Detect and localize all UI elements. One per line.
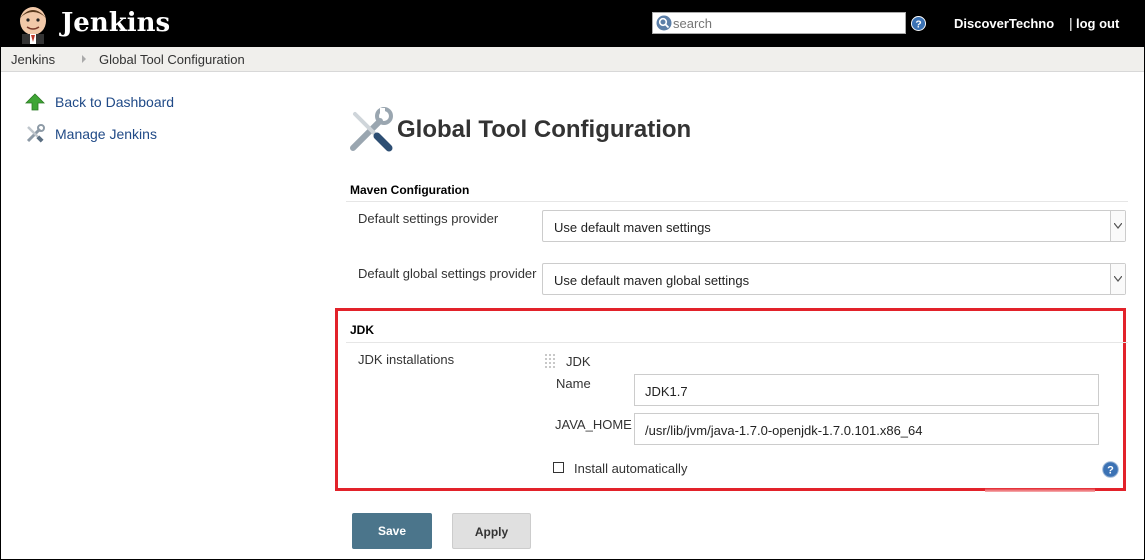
default-global-settings-label: Default global settings provider xyxy=(358,266,537,281)
sidebar-item-label[interactable]: Manage Jenkins xyxy=(55,126,157,142)
divider xyxy=(346,201,1128,202)
java-home-input[interactable]: /usr/lib/jvm/java-1.7.0-openjdk-1.7.0.10… xyxy=(634,413,1099,445)
page-title: Global Tool Configuration xyxy=(397,116,692,143)
chevron-down-icon[interactable] xyxy=(1110,264,1125,294)
breadcrumb: Jenkins Global Tool Configuration xyxy=(1,47,1144,72)
breadcrumb-item-jenkins[interactable]: Jenkins xyxy=(11,52,55,67)
sidebar-item-manage-jenkins[interactable]: Manage Jenkins xyxy=(25,123,157,145)
search-box[interactable] xyxy=(652,12,906,34)
user-link[interactable]: DiscoverTechno xyxy=(954,16,1054,31)
java-home-label: JAVA_HOME xyxy=(555,417,632,432)
section-heading-maven: Maven Configuration xyxy=(350,183,470,197)
page: Jenkins ? DiscoverTechno | log out Jenki… xyxy=(0,0,1145,560)
svg-text:?: ? xyxy=(1107,465,1114,477)
header-separator: | xyxy=(1069,15,1073,31)
default-global-settings-value: Use default maven global settings xyxy=(554,273,750,288)
app-title[interactable]: Jenkins xyxy=(61,6,170,40)
help-icon[interactable]: ? xyxy=(911,16,926,31)
install-automatically-checkbox[interactable] xyxy=(553,462,564,473)
save-button[interactable]: Save xyxy=(352,513,432,549)
chevron-down-icon[interactable] xyxy=(1110,211,1125,241)
sidebar-item-label[interactable]: Back to Dashboard xyxy=(55,94,174,110)
search-input[interactable] xyxy=(673,13,901,33)
default-settings-label: Default settings provider xyxy=(358,211,499,226)
default-settings-select[interactable]: Use default maven settings xyxy=(542,210,1126,242)
chevron-right-icon xyxy=(82,55,86,63)
up-arrow-icon xyxy=(25,93,45,111)
sidebar-item-back-to-dashboard[interactable]: Back to Dashboard xyxy=(25,91,174,113)
jdk-name-input[interactable]: JDK1.7 xyxy=(634,374,1099,406)
install-automatically-label[interactable]: Install automatically xyxy=(574,461,687,476)
search-icon xyxy=(656,15,672,31)
jdk-installations-label: JDK installations xyxy=(358,352,455,367)
logout-link[interactable]: log out xyxy=(1076,16,1119,31)
drag-handle-icon[interactable] xyxy=(545,354,555,368)
jenkins-logo[interactable] xyxy=(14,4,52,44)
highlight-underline xyxy=(985,488,1095,492)
top-bar: Jenkins ? DiscoverTechno | log out xyxy=(1,1,1144,47)
breadcrumb-item-global-tool-configuration[interactable]: Global Tool Configuration xyxy=(99,52,245,67)
section-heading-jdk: JDK xyxy=(350,323,375,337)
default-global-settings-select[interactable]: Use default maven global settings xyxy=(542,263,1126,295)
java-home-value: /usr/lib/jvm/java-1.7.0-openjdk-1.7.0.10… xyxy=(645,423,923,438)
apply-button[interactable]: Apply xyxy=(452,513,531,549)
tools-icon xyxy=(350,107,393,152)
divider xyxy=(346,342,1128,343)
svg-text:?: ? xyxy=(915,19,921,30)
tools-icon xyxy=(26,124,45,143)
jdk-name-value: JDK1.7 xyxy=(645,384,688,399)
default-settings-value: Use default maven settings xyxy=(554,220,711,235)
jdk-entry-title: JDK xyxy=(566,354,591,369)
help-icon[interactable]: ? xyxy=(1102,461,1119,478)
jdk-name-label: Name xyxy=(556,376,591,391)
